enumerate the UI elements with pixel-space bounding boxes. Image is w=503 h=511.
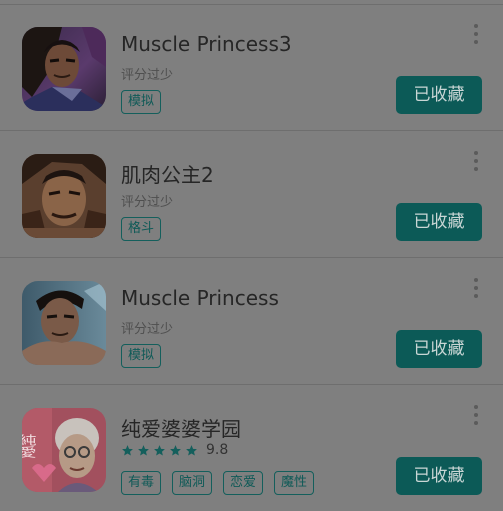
rating-text: 评分过少 <box>121 195 174 210</box>
muscle-princess-3-icon[interactable] <box>22 27 106 111</box>
favorited-button[interactable]: 已收藏 <box>396 76 482 114</box>
app-title[interactable]: 纯爱婆婆学园 <box>121 413 241 442</box>
list-item[interactable]: 肌肉公主2 评分过少 格斗 已收藏 <box>0 131 503 258</box>
app-title[interactable]: Muscle Princess <box>121 286 279 310</box>
star-rating <box>121 444 198 457</box>
tag-list: 有毒 脑洞 恋爱 魔性 <box>121 471 315 495</box>
star-icon <box>186 444 197 455</box>
tag[interactable]: 有毒 <box>121 471 162 495</box>
star-icon <box>138 444 149 455</box>
more-vertical-icon[interactable] <box>472 24 480 44</box>
list-item[interactable]: 純愛 纯爱婆婆学园 9.8 有毒 脑洞 恋爱 魔性 已收藏 <box>0 385 503 511</box>
tag[interactable]: 魔性 <box>274 471 315 495</box>
tag[interactable]: 恋爱 <box>223 471 264 495</box>
tag-list: 格斗 <box>121 217 162 241</box>
tag[interactable]: 格斗 <box>121 217 162 241</box>
list-item[interactable]: Muscle Princess3 评分过少 模拟 已收藏 <box>0 4 503 131</box>
muscle-princess-icon[interactable] <box>22 281 106 365</box>
app-title[interactable]: Muscle Princess3 <box>121 32 292 56</box>
rating-score: 9.8 <box>206 442 229 458</box>
list-item[interactable]: Muscle Princess 评分过少 模拟 已收藏 <box>0 258 503 385</box>
favorited-button[interactable]: 已收藏 <box>396 203 482 241</box>
app-title[interactable]: 肌肉公主2 <box>121 159 214 188</box>
tag-list: 模拟 <box>121 344 162 368</box>
rating-text: 评分过少 <box>121 68 174 83</box>
tag[interactable]: 模拟 <box>121 344 162 368</box>
favorited-button[interactable]: 已收藏 <box>396 330 482 368</box>
rating: 9.8 <box>121 441 228 459</box>
star-icon <box>154 444 165 455</box>
tag[interactable]: 模拟 <box>121 90 162 114</box>
tag-list: 模拟 <box>121 90 162 114</box>
star-icon <box>170 444 181 455</box>
more-vertical-icon[interactable] <box>472 278 480 298</box>
star-icon <box>122 444 133 455</box>
more-vertical-icon[interactable] <box>472 151 480 171</box>
rating-text: 评分过少 <box>121 322 174 337</box>
app-list-page: Muscle Princess3 评分过少 模拟 已收藏 肌肉公主2 评分过少 … <box>0 0 503 511</box>
tag[interactable]: 脑洞 <box>172 471 213 495</box>
grandma-academy-icon[interactable]: 純愛 <box>22 408 106 492</box>
icon-text: 純愛 <box>22 434 37 458</box>
favorited-button[interactable]: 已收藏 <box>396 457 482 495</box>
more-vertical-icon[interactable] <box>472 405 480 425</box>
muscle-princess-2-icon[interactable] <box>22 154 106 238</box>
